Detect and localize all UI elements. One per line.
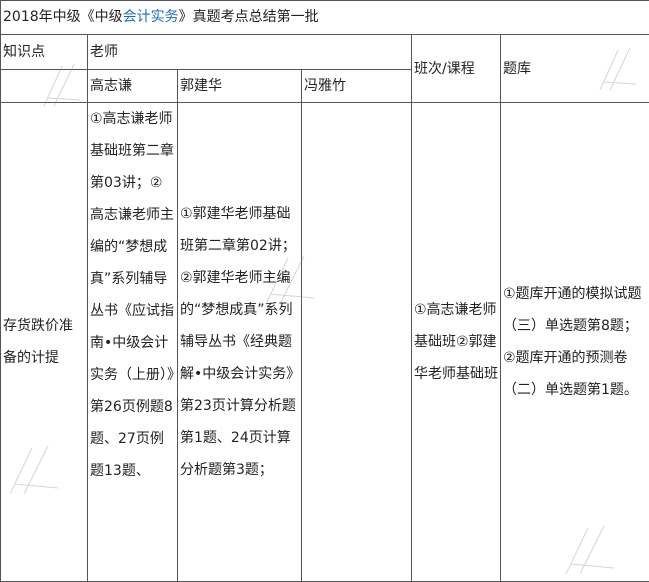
header-class-course: 班次/课程 (411, 34, 501, 103)
header-question-bank: 题库 (499, 34, 649, 103)
title-suffix: 》真题考点总结第一批 (178, 9, 319, 25)
header-teacher-feng: 冯雅竹 (301, 69, 412, 103)
table-title: 2018年中级《中级会计实务》真题考点总结第一批 (0, 0, 649, 35)
title-highlight-link[interactable]: 会计实务 (123, 9, 179, 25)
cell-teacher-gao: ①高志谦老师基础班第二章第03讲；②高志谦老师主编的“梦想成真”系列辅导丛书《应… (87, 102, 178, 582)
cell-teacher-guo: ①郭建华老师基础班第二章第02讲；②郭建华老师主编的“梦想成真”系列辅导丛书《经… (177, 102, 302, 582)
exam-points-table: 2018年中级《中级会计实务》真题考点总结第一批 知识点 老师 班次/课程 题库… (0, 0, 649, 582)
header-knowledge-point: 知识点 (0, 34, 88, 70)
cell-teacher-feng (301, 102, 412, 582)
cell-question-bank: ①题库开通的模拟试题（三）单选题第8题；②题库开通的预测卷（二）单选题第1题。 (499, 102, 649, 582)
title-prefix: 2018年中级《中级 (3, 9, 123, 25)
header-teacher: 老师 (87, 34, 412, 70)
header-knowledge-point-sub (0, 69, 88, 103)
cell-knowledge-point: 存货跌价准备的计提 (0, 102, 88, 582)
header-teacher-gao: 高志谦 (87, 69, 178, 103)
header-teacher-guo: 郭建华 (177, 69, 302, 103)
cell-class-course: ①高志谦老师基础班②郭建华老师基础班 (411, 102, 501, 582)
